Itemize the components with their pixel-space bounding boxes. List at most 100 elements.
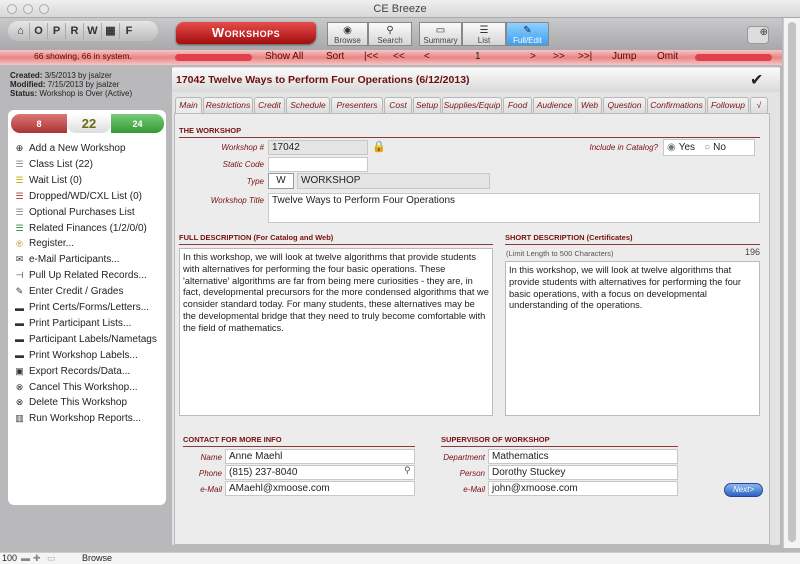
contact-email-label: e-Mail bbox=[200, 485, 222, 494]
menu-item-label: Print Certs/Forms/Letters... bbox=[29, 302, 150, 313]
catalog-yes-radio[interactable]: ◉ bbox=[667, 142, 676, 154]
menu-item[interactable]: ⊕ Add a New Workshop bbox=[14, 141, 126, 156]
printer-icon: ▬ bbox=[15, 318, 24, 329]
calculator-icon[interactable]: ▦ bbox=[102, 23, 120, 39]
contact-name-field[interactable]: Anne Maehl bbox=[225, 449, 415, 464]
menu-item[interactable]: ⊗ Cancel This Workshop... bbox=[14, 380, 138, 395]
menu-item[interactable]: ▬ Print Participant Lists... bbox=[14, 316, 131, 331]
catalog-yes-label: Yes bbox=[678, 141, 696, 153]
menu-item[interactable]: ⊣ Pull Up Related Records... bbox=[14, 268, 147, 283]
toggle-toolbar-icon[interactable]: ▭ bbox=[47, 553, 56, 564]
tab-web[interactable]: Web bbox=[577, 97, 602, 113]
menu-item-label: Cancel This Workshop... bbox=[29, 381, 138, 393]
menu-item[interactable]: ▥ Run Workshop Reports... bbox=[14, 411, 141, 426]
zoom-window-button[interactable] bbox=[39, 4, 49, 14]
checkmark-icon[interactable]: ✔ bbox=[750, 70, 763, 90]
vertical-scrollbar[interactable] bbox=[783, 18, 800, 548]
menu-item-label: Print Participant Lists... bbox=[29, 317, 132, 329]
record-number[interactable]: 1 bbox=[475, 51, 481, 62]
contact-phone-field[interactable]: (815) 237-8040 bbox=[225, 465, 415, 480]
static-code-field[interactable] bbox=[268, 157, 368, 172]
tab-presenters[interactable]: Presenters bbox=[331, 97, 383, 113]
counter-left: 8 bbox=[11, 114, 67, 133]
tab-followup[interactable]: Followup bbox=[707, 97, 749, 113]
x-circle-icon: ⊗ bbox=[15, 381, 24, 392]
close-window-button[interactable] bbox=[7, 4, 17, 14]
menu-item[interactable]: ☰ Optional Purchases List bbox=[14, 205, 134, 220]
menu-item[interactable]: ☰ Wait List (0) bbox=[14, 173, 82, 188]
previous-page-button[interactable]: << bbox=[393, 51, 405, 62]
first-record-button[interactable]: |<< bbox=[364, 51, 378, 62]
tab-schedule[interactable]: Schedule bbox=[286, 97, 330, 113]
zoom-in-icon[interactable]: ✚ bbox=[33, 553, 41, 564]
quick-nav-o[interactable]: O bbox=[30, 23, 48, 39]
search-button[interactable]: ⚲ Search bbox=[368, 22, 412, 46]
person-label: Person bbox=[459, 469, 485, 478]
type-code-field[interactable]: W bbox=[268, 173, 294, 189]
quick-nav-r[interactable]: R bbox=[66, 23, 84, 39]
tab-food[interactable]: Food bbox=[503, 97, 532, 113]
tab-setup[interactable]: Setup bbox=[413, 97, 441, 113]
quick-nav: ⌂ O P R W ▦ F bbox=[8, 21, 158, 41]
tab-restrictions[interactable]: Restrictions bbox=[203, 97, 253, 113]
workshops-module-button[interactable]: Workshops bbox=[176, 22, 316, 44]
supervisor-email-field[interactable]: john@xmoose.com bbox=[488, 481, 678, 496]
zoom-out-icon[interactable]: ▬ bbox=[21, 553, 30, 563]
search-icon[interactable]: ⚲ bbox=[404, 465, 411, 476]
list-button[interactable]: ☰ List bbox=[462, 22, 506, 46]
department-field[interactable]: Mathematics bbox=[488, 449, 678, 464]
menu-item[interactable]: ▬ Print Workshop Labels... bbox=[14, 348, 138, 363]
printer-icon: ▬ bbox=[15, 350, 24, 361]
tab-main[interactable]: Main bbox=[175, 97, 202, 114]
new-window-icon[interactable]: ⊕ bbox=[747, 26, 769, 44]
tab-supplies-equip[interactable]: Supplies/Equip bbox=[442, 97, 502, 113]
menu-item[interactable]: ✎ Enter Credit / Grades bbox=[14, 284, 124, 299]
menu-item[interactable]: ☰ Related Finances (1/2/0/0) bbox=[14, 221, 146, 236]
scrollbar-thumb[interactable] bbox=[788, 22, 796, 542]
tab-cost[interactable]: Cost bbox=[384, 97, 412, 113]
section-heading-contact: CONTACT FOR MORE INFO bbox=[183, 435, 415, 447]
short-description-textarea[interactable]: In this workshop, we will look at twelve… bbox=[505, 261, 760, 416]
zoom-level[interactable]: 100 bbox=[2, 553, 17, 563]
workshop-title-field[interactable]: Twelve Ways to Perform Four Operations bbox=[268, 193, 760, 223]
menu-item[interactable]: ✉ e-Mail Participants... bbox=[14, 252, 120, 267]
show-all-button[interactable]: Show All bbox=[265, 51, 303, 62]
previous-record-button[interactable]: < bbox=[424, 51, 430, 62]
browse-button[interactable]: ◉ Browse bbox=[327, 22, 368, 46]
contact-email-field[interactable]: AMaehl@xmoose.com bbox=[225, 481, 415, 496]
menu-item[interactable]: ☰ Dropped/WD/CXL List (0) bbox=[14, 189, 142, 204]
menu-item[interactable]: ® Register... bbox=[14, 236, 74, 251]
last-record-button[interactable]: >>| bbox=[578, 51, 592, 62]
next-button[interactable]: Next> bbox=[724, 483, 763, 497]
jump-button[interactable]: Jump bbox=[612, 51, 636, 62]
sort-button[interactable]: Sort bbox=[326, 51, 344, 62]
catalog-no-radio[interactable]: ○ bbox=[704, 142, 710, 154]
home-icon[interactable]: ⌂ bbox=[12, 23, 30, 39]
full-description-textarea[interactable]: In this workshop, we will look at twelve… bbox=[179, 248, 493, 416]
tab-confirmations[interactable]: Confirmations bbox=[647, 97, 706, 113]
menu-item[interactable]: ▬ Print Certs/Forms/Letters... bbox=[14, 300, 149, 315]
minimize-window-button[interactable] bbox=[23, 4, 33, 14]
person-field[interactable]: Dorothy Stuckey bbox=[488, 465, 678, 480]
progress-pill bbox=[175, 54, 252, 61]
menu-item[interactable]: ⊗ Delete This Workshop bbox=[14, 395, 127, 410]
menu-item[interactable]: ▬ Participant Labels/Nametags bbox=[14, 332, 157, 347]
eye-icon: ◉ bbox=[343, 25, 352, 36]
quick-nav-f[interactable]: F bbox=[120, 23, 138, 39]
menu-item[interactable]: ▣ Export Records/Data... bbox=[14, 364, 130, 379]
menu-item-label: Participant Labels/Nametags bbox=[29, 333, 157, 345]
menu-item[interactable]: ☰ Class List (22) bbox=[14, 157, 92, 172]
menu-item-label: Register... bbox=[29, 238, 75, 250]
tab-credit[interactable]: Credit bbox=[254, 97, 285, 113]
catalog-no-label: No bbox=[713, 141, 726, 153]
summary-button[interactable]: ▭ Summary bbox=[419, 22, 462, 46]
tab-checklist[interactable]: √ bbox=[750, 97, 768, 113]
tab-audience[interactable]: Audience bbox=[533, 97, 576, 113]
full-edit-button[interactable]: ✎ Full/Edit bbox=[506, 22, 549, 46]
next-page-button[interactable]: >> bbox=[553, 51, 565, 62]
next-record-button[interactable]: > bbox=[530, 51, 536, 62]
quick-nav-w[interactable]: W bbox=[84, 23, 102, 39]
omit-button[interactable]: Omit bbox=[657, 51, 678, 62]
tab-question[interactable]: Question bbox=[603, 97, 646, 113]
quick-nav-p[interactable]: P bbox=[48, 23, 66, 39]
